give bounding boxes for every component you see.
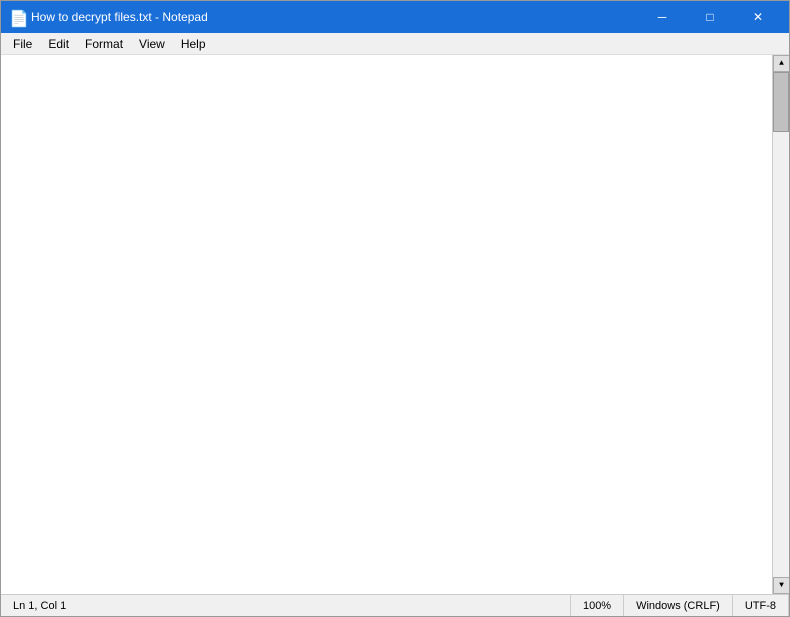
vertical-scrollbar[interactable]: ▲ ▼: [772, 55, 789, 594]
window-controls: ─ □ ✕: [639, 7, 781, 27]
scroll-thumb[interactable]: [773, 72, 789, 132]
encoding: UTF-8: [745, 600, 776, 612]
cursor-position: Ln 1, Col 1: [13, 600, 66, 612]
zoom-level: 100%: [583, 600, 611, 612]
scroll-down-button[interactable]: ▼: [773, 577, 789, 594]
app-icon: 📄: [9, 9, 25, 25]
text-editor[interactable]: [1, 55, 772, 594]
status-position: Ln 1, Col 1: [1, 595, 571, 616]
close-button[interactable]: ✕: [735, 7, 781, 27]
status-line-ending: Windows (CRLF): [624, 595, 733, 616]
menu-file[interactable]: File: [5, 35, 40, 52]
title-bar: 📄 How to decrypt files.txt - Notepad ─ □…: [1, 1, 789, 33]
minimize-button[interactable]: ─: [639, 7, 685, 27]
status-bar: Ln 1, Col 1 100% Windows (CRLF) UTF-8: [1, 594, 789, 616]
content-area: ▲ ▼: [1, 55, 789, 594]
notepad-window: 📄 How to decrypt files.txt - Notepad ─ □…: [0, 0, 790, 617]
scroll-up-button[interactable]: ▲: [773, 55, 789, 72]
maximize-button[interactable]: □: [687, 7, 733, 27]
window-title: How to decrypt files.txt - Notepad: [31, 10, 639, 24]
scroll-track[interactable]: [773, 72, 789, 577]
menu-view[interactable]: View: [131, 35, 173, 52]
status-encoding: UTF-8: [733, 595, 789, 616]
menu-bar: File Edit Format View Help: [1, 33, 789, 55]
menu-format[interactable]: Format: [77, 35, 131, 52]
line-ending: Windows (CRLF): [636, 600, 720, 612]
menu-help[interactable]: Help: [173, 35, 214, 52]
menu-edit[interactable]: Edit: [40, 35, 77, 52]
status-zoom: 100%: [571, 595, 624, 616]
